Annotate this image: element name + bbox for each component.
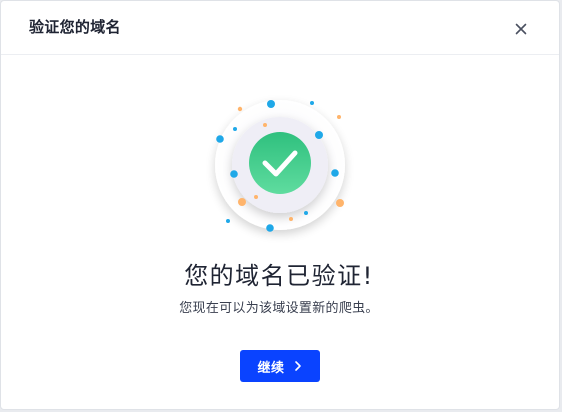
chevron-right-icon — [294, 361, 301, 371]
continue-button-label: 继续 — [257, 360, 285, 376]
confetti-dot — [331, 169, 339, 177]
checkmark-circle-icon — [249, 132, 311, 194]
confetti-dot — [226, 219, 230, 223]
confetti-dot — [238, 198, 246, 206]
success-subtext: 您现在可以为该域设置新的爬虫。 — [179, 301, 379, 316]
verify-domain-dialog: 验证您的域名 您的域名已验证! 您现在可以为该域设置新的爬虫。 继续 — [0, 0, 560, 410]
confetti-dot — [336, 199, 344, 207]
confetti-dot — [254, 195, 258, 199]
success-headline: 您的域名已验证! — [184, 262, 374, 290]
confetti-dot — [337, 115, 341, 119]
confetti-dot — [267, 100, 275, 108]
confetti-dot — [263, 123, 267, 127]
confetti-dot — [315, 131, 323, 139]
confetti-dot — [216, 135, 224, 143]
confetti-dot — [310, 101, 314, 105]
confetti-dot — [289, 217, 293, 221]
confetti-dot — [233, 127, 237, 131]
confetti-dot — [230, 170, 238, 178]
continue-button[interactable]: 继续 — [240, 350, 320, 382]
confetti-dot — [237, 106, 243, 112]
confetti-dot — [304, 211, 308, 215]
success-illustration — [215, 100, 345, 232]
confetti-dot — [266, 224, 274, 232]
